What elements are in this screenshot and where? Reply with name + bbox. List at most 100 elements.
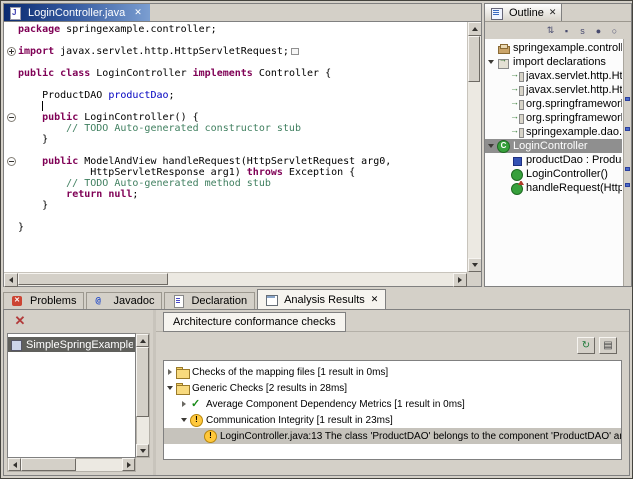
collapse-toggle-icon[interactable] [487,139,497,153]
code-line[interactable]: } [4,200,467,211]
scroll-down-icon[interactable] [468,258,481,272]
code-line[interactable]: } [4,134,467,145]
collapsed-imports-box[interactable] [291,48,299,55]
tree-item[interactable]: Communication Integrity [1 result in 23m… [164,412,621,428]
tree-item[interactable]: org.springframework.web.servlet.mvc.Cont… [485,111,622,125]
fold-gutter-cell[interactable] [4,112,18,123]
hide-local-types-icon[interactable]: ○ [607,24,622,38]
scroll-left-icon[interactable] [8,458,21,471]
fold-gutter-cell[interactable] [4,46,18,57]
delete-check-icon[interactable]: ✕ [12,313,28,329]
tree-item[interactable]: LoginController() [485,167,622,181]
tree-item[interactable]: import declarations [485,55,622,69]
tree-item[interactable]: productDao : ProductDAO [485,153,622,167]
tree-item[interactable]: Average Component Dependency Metrics [1 … [164,396,621,412]
code-line[interactable]: ProductDAO productDao; [4,90,467,101]
collapse-toggle-icon[interactable] [180,413,190,427]
export-report-icon[interactable]: ▤ [599,337,617,354]
code-line[interactable]: public LoginController() { [4,112,467,123]
tree-item[interactable]: org.springframework.web.servlet.ModelAnd… [485,97,622,111]
code-line[interactable]: public class LoginController implements … [4,68,467,79]
tree-item[interactable]: handleRequest(HttpServletRequest, HttpSe… [485,181,622,195]
tab-architecture-conformance-checks[interactable]: Architecture conformance checks [163,312,346,332]
hide-fields-icon[interactable]: ▪ [559,24,574,38]
refresh-icon[interactable]: ↻ [577,337,595,354]
close-icon[interactable]: ✕ [134,7,142,18]
horizontal-scroll-thumb[interactable] [18,273,168,285]
code-line[interactable]: // TODO Auto-generated constructor stub [4,123,467,134]
collapse-toggle-icon[interactable] [166,381,176,395]
code-line[interactable]: } [4,222,467,233]
code-line[interactable]: HttpServletResponse arg1) throws Excepti… [4,167,467,178]
close-icon[interactable]: ✕ [371,294,379,305]
editor-vertical-scrollbar[interactable] [467,22,481,272]
fold-collapse-icon[interactable] [7,113,16,122]
outline-tab[interactable]: Outline ✕ [485,4,562,21]
horizontal-scroll-thumb[interactable] [21,458,76,471]
fold-gutter-cell [4,123,18,134]
expand-toggle-icon[interactable] [180,397,190,411]
checks-list[interactable]: SimpleSpringExample Check [7,333,136,458]
close-icon[interactable]: ✕ [549,7,557,18]
code-text [18,101,467,112]
code-area[interactable]: package springexample.controller; import … [4,22,467,272]
fold-expand-icon[interactable] [7,47,16,56]
checks-horizontal-scrollbar[interactable] [7,458,136,472]
scroll-up-icon[interactable] [468,22,481,36]
scroll-down-icon[interactable] [136,444,149,457]
import-icon [510,70,523,82]
code-token: Controller { [253,68,331,79]
collapse-toggle-icon[interactable] [487,55,497,69]
tab-declaration[interactable]: Declaration [164,292,255,309]
code-text [18,145,467,156]
analysis-check-item[interactable]: SimpleSpringExample Check [8,337,135,352]
code-line[interactable] [4,145,467,156]
code-line[interactable] [4,101,467,112]
scroll-right-icon[interactable] [453,273,467,287]
outline-tree[interactable]: springexample.controllerimport declarati… [485,39,631,286]
fold-gutter-cell [4,68,18,79]
tab-problems[interactable]: Problems [3,292,84,309]
code-line[interactable]: // TODO Auto-generated method stub [4,178,467,189]
tree-item[interactable]: LoginController.java:13 The class 'Produ… [164,428,621,444]
hide-static-icon[interactable]: s [575,24,590,38]
tab-analysis-results[interactable]: Analysis Results ✕ [257,289,386,309]
sort-icon[interactable]: ⇅ [543,24,558,38]
tree-item[interactable]: LoginController [485,139,622,153]
code-line[interactable] [4,79,467,90]
code-line[interactable]: import javax.servlet.http.HttpServletReq… [4,46,467,57]
overview-ruler[interactable] [623,39,631,286]
code-line[interactable] [4,57,467,68]
vertical-scroll-thumb[interactable] [136,347,149,417]
hide-nonpublic-icon[interactable]: ● [591,24,606,38]
code-line[interactable]: package springexample.controller; [4,24,467,35]
fold-collapse-icon[interactable] [7,157,16,166]
tree-item[interactable]: javax.servlet.http.HttpServletRequest [485,69,622,83]
tree-item[interactable]: Checks of the mapping files [1 result in… [164,364,621,380]
code-line[interactable]: return null; [4,189,467,200]
expand-toggle-icon[interactable] [166,365,176,379]
code-line[interactable] [4,211,467,222]
code-line[interactable] [4,35,467,46]
scroll-up-icon[interactable] [136,334,149,347]
editor-tab-logincontroller[interactable]: LoginController.java ✕ [4,4,150,21]
scroll-right-icon[interactable] [122,458,135,471]
code-line[interactable]: public ModelAndView handleRequest(HttpSe… [4,156,467,167]
vertical-scroll-thumb[interactable] [468,36,480,82]
editor-horizontal-scrollbar[interactable] [4,272,481,286]
tab-javadoc[interactable]: Javadoc [86,292,162,309]
tree-item[interactable]: springexample.controller [485,41,622,55]
code-token: springexample.controller; [60,24,217,35]
tree-item[interactable]: springexample.dao.ProductDAO [485,125,622,139]
fold-gutter-cell [4,222,18,233]
results-tree[interactable]: Checks of the mapping files [1 result in… [163,360,622,460]
code-token: ; [169,90,175,101]
scrollbar-corner [467,272,481,286]
fold-gutter-cell[interactable] [4,156,18,167]
tree-item[interactable]: Generic Checks [2 results in 28ms] [164,380,621,396]
text-caret [42,101,43,111]
tab-label: Problems [30,295,76,307]
scroll-left-icon[interactable] [4,273,18,287]
tree-item[interactable]: javax.servlet.http.HttpServletResponse [485,83,622,97]
checks-vertical-scrollbar[interactable] [136,333,150,458]
